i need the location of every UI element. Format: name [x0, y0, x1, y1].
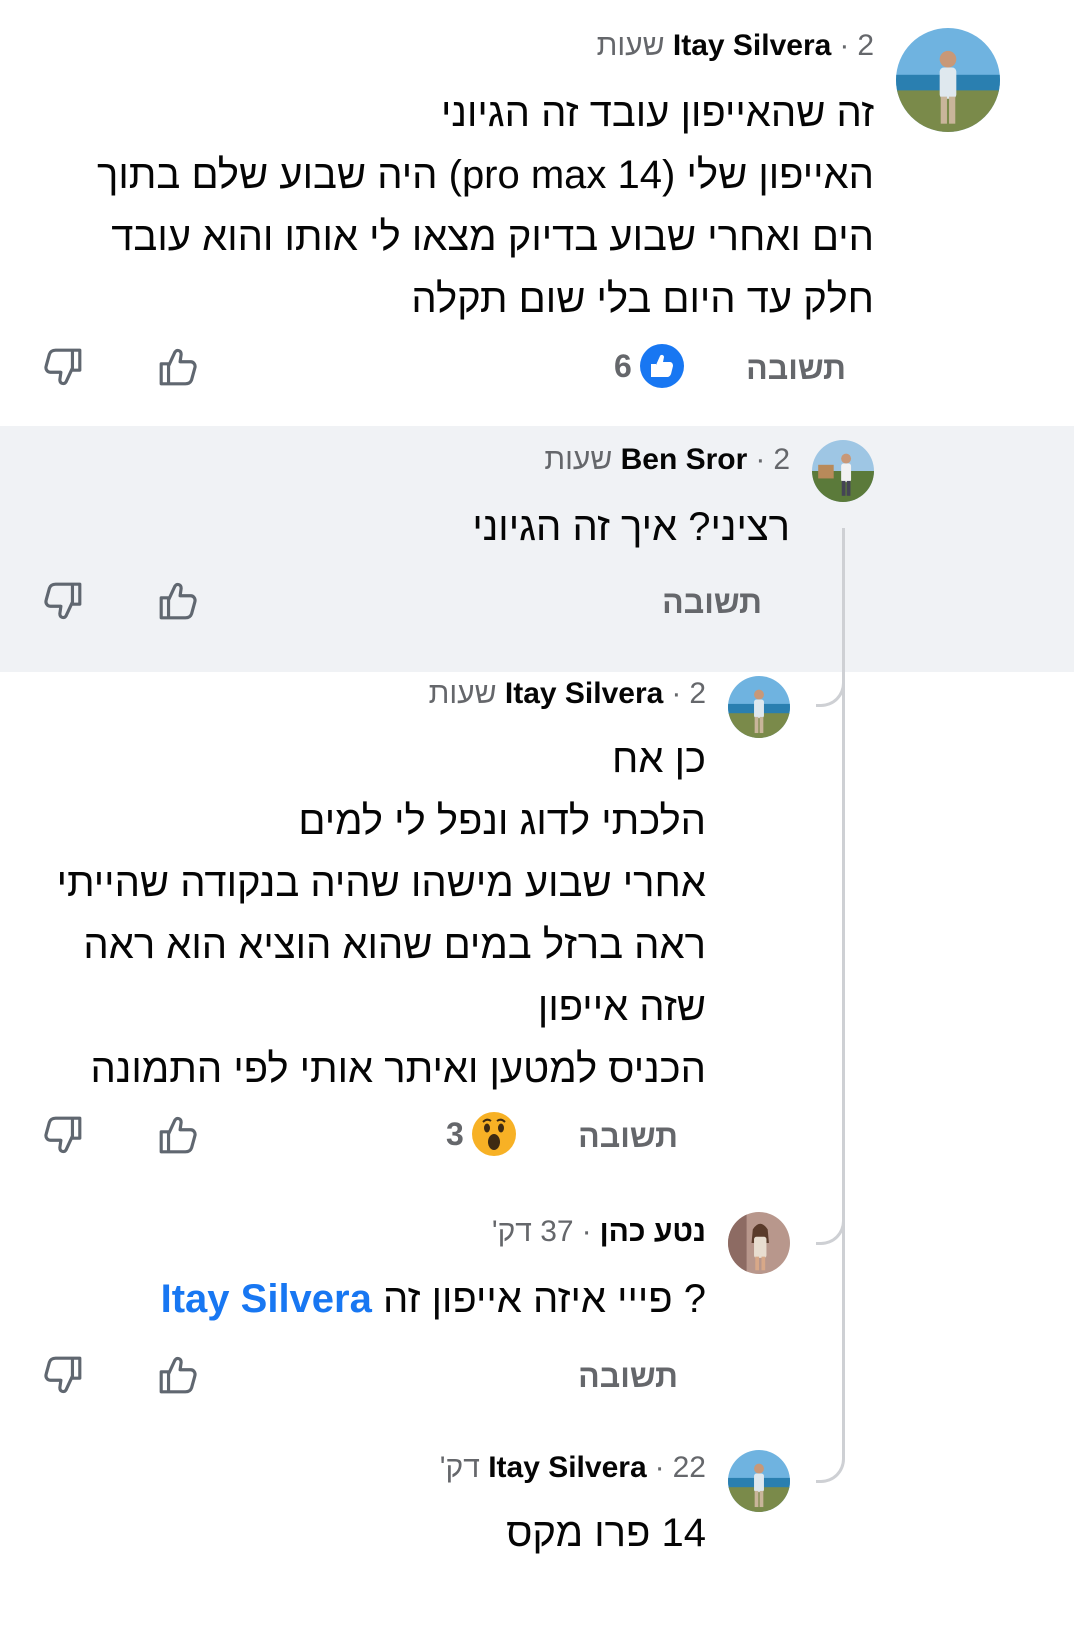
dislike-button-icon[interactable] [42, 1114, 84, 1156]
author-name[interactable]: נטע כהן [600, 1215, 706, 1248]
like-button-icon[interactable] [157, 1114, 199, 1156]
avatar[interactable] [896, 28, 1000, 132]
timestamp[interactable]: 37 דק' [492, 1215, 574, 1248]
thread-connector [816, 1214, 845, 1245]
reaction-summary[interactable]: 6 [614, 344, 684, 388]
dislike-button-icon[interactable] [42, 1354, 84, 1396]
like-button-icon[interactable] [157, 580, 199, 622]
dislike-button-icon[interactable] [42, 580, 84, 622]
comment-header: Itay Silvera ·2 שעות [596, 29, 874, 62]
comment-header: Ben Sror ·2 שעות [544, 443, 790, 476]
comment-text: ? פייי איזה אייפון זה Itay Silvera [161, 1268, 706, 1330]
thread-line [842, 528, 845, 1458]
comment-text: רציני? איך זה הגיוני [472, 505, 790, 549]
avatar[interactable] [812, 440, 874, 502]
like-button-icon[interactable] [157, 346, 199, 388]
comment-text: 14 פרו מקס [506, 1511, 706, 1555]
avatar[interactable] [728, 1450, 790, 1512]
reply-button[interactable]: תשובה [578, 1358, 678, 1395]
reaction-count: 3 [446, 1115, 464, 1152]
like-button-icon[interactable] [157, 1354, 199, 1396]
wow-icon [471, 1112, 516, 1156]
thread-connector [816, 676, 845, 707]
mention-link[interactable]: Itay Silvera [161, 1277, 372, 1321]
author-name[interactable]: Itay Silvera [505, 677, 663, 710]
reaction-summary[interactable]: 3 [446, 1112, 516, 1156]
avatar[interactable] [728, 1212, 790, 1274]
avatar[interactable] [728, 676, 790, 738]
dislike-button-icon[interactable] [42, 346, 84, 388]
reply-button[interactable]: תשובה [746, 350, 846, 387]
comment-header: נטע כהן·37 דק' [491, 1215, 706, 1248]
reply-button[interactable]: תשובה [578, 1118, 678, 1155]
comment-text: זה שהאייפון עובד זה הגיוני האייפון שלי (… [97, 91, 874, 321]
comment-header: Itay Silvera ·22 דק' [439, 1451, 706, 1484]
thread-connector [816, 1452, 845, 1483]
author-name[interactable]: Itay Silvera [673, 29, 831, 62]
author-name[interactable]: Ben Sror [621, 443, 748, 476]
comment-body: ? פייי איזה אייפון זה [382, 1277, 706, 1321]
author-name[interactable]: Itay Silvera [488, 1451, 646, 1484]
like-icon [639, 344, 684, 388]
reaction-count: 6 [614, 347, 632, 384]
comment-text: כן אח הלכתי לדוג ונפל לי למים אחרי שבוע … [56, 737, 706, 1091]
comment-header: Itay Silvera ·2 שעות [428, 677, 706, 710]
reply-button[interactable]: תשובה [662, 584, 762, 621]
